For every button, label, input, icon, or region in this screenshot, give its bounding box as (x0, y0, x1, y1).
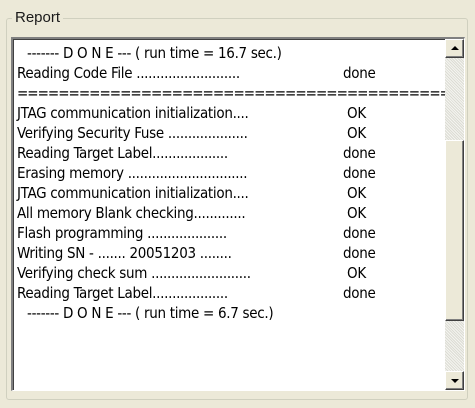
log-line-label: All memory Blank checking............. (17, 204, 246, 222)
log-done-line: ------- D O N E --- ( run time = 6.7 sec… (27, 304, 274, 322)
log-line: JTAG communication initialization.... OK (17, 103, 435, 123)
log-line-label: Reading Code File ......................… (17, 64, 240, 82)
log-line-status: OK (347, 104, 366, 122)
log-line: Verifying check sum ....................… (17, 263, 435, 283)
log-line-status: done (343, 64, 376, 82)
log-line-status: OK (347, 264, 366, 282)
log-done-line: ------- D O N E --- ( run time = 16.7 se… (27, 44, 282, 62)
log-line-status: OK (347, 204, 366, 222)
scroll-thumb[interactable] (445, 140, 464, 321)
log-line: ------- D O N E --- ( run time = 16.7 se… (17, 43, 435, 63)
log-line: Reading Target Label................... d… (17, 283, 435, 303)
log-line: JTAG communication initialization.... OK (17, 183, 435, 203)
log-line-status: done (343, 284, 376, 302)
log-line-label: Verifying Security Fuse ................… (17, 124, 248, 142)
arrow-down-icon (451, 379, 459, 383)
report-scrollbar[interactable] (445, 39, 464, 390)
log-line-label: Writing SN - ....... 20051203 ........ (17, 244, 232, 262)
log-line-status: done (343, 244, 376, 262)
log-line-status: done (343, 164, 376, 182)
log-line-label: Verifying check sum ....................… (17, 264, 251, 282)
log-line-label: Reading Target Label................... (17, 144, 228, 162)
report-log-text: ------- D O N E --- ( run time = 16.7 se… (17, 43, 464, 323)
log-line: ========================================… (17, 83, 464, 103)
scroll-down-button[interactable] (445, 371, 464, 390)
arrow-up-icon (451, 46, 459, 50)
log-line: ------- D O N E --- ( run time = 6.7 sec… (17, 303, 435, 323)
log-line-label: Reading Target Label................... (17, 284, 228, 302)
log-line-label: JTAG communication initialization.... (17, 184, 249, 202)
log-line: Reading Code File ......................… (17, 63, 435, 83)
log-line-status: OK (347, 124, 366, 142)
log-line-status: done (343, 224, 376, 242)
report-title: Report (12, 9, 64, 27)
log-line: Verifying Security Fuse ................… (17, 123, 435, 143)
log-line: Erasing memory .........................… (17, 163, 435, 183)
log-line: Writing SN - ....... 20051203 ........ do… (17, 243, 435, 263)
report-log-box[interactable]: ------- D O N E --- ( run time = 16.7 se… (11, 37, 465, 391)
log-line-label: Erasing memory .........................… (17, 164, 248, 182)
log-line-status: done (343, 144, 376, 162)
log-line-label: JTAG communication initialization.... (17, 104, 249, 122)
log-line-status: OK (347, 184, 366, 202)
log-line-label: Flash programming .................... (17, 224, 227, 242)
log-line: Flash programming .................... do… (17, 223, 435, 243)
log-separator: ========================================… (17, 84, 465, 102)
log-line: Reading Target Label................... d… (17, 143, 435, 163)
log-line: All memory Blank checking............. OK (17, 203, 435, 223)
scroll-up-button[interactable] (445, 39, 464, 58)
